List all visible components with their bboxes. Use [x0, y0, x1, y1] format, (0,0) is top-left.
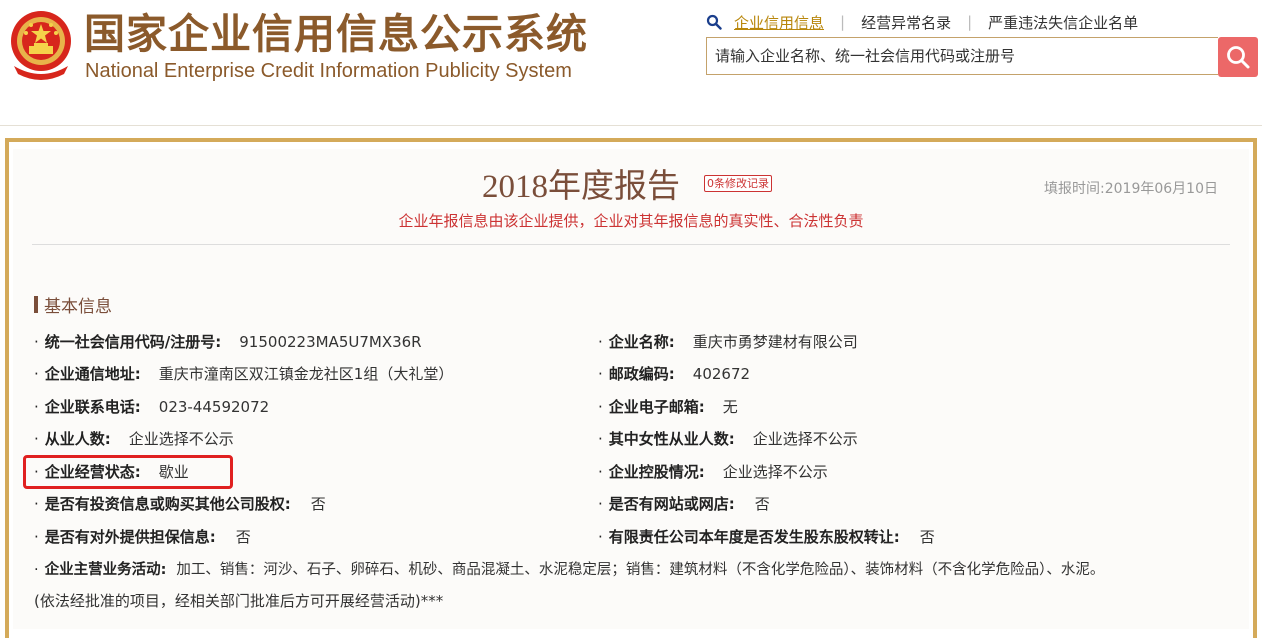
bullet: ·	[598, 463, 603, 481]
bullet: ·	[598, 398, 603, 416]
info-label: 企业主营业务活动:	[44, 562, 167, 578]
bullet: ·	[598, 333, 603, 351]
bullet: ·	[598, 528, 603, 546]
modification-record-link[interactable]: 0条修改记录	[704, 175, 772, 192]
tab-separator: |	[840, 13, 846, 31]
bullet: ·	[598, 430, 603, 448]
info-value: 重庆市潼南区双江镇金龙社区1组（大礼堂）	[158, 365, 454, 383]
info-label: 其中女性从业人数:	[608, 430, 735, 448]
bullet: ·	[34, 365, 39, 383]
info-value: 否	[919, 528, 935, 546]
info-value: 企业选择不公示	[128, 430, 234, 448]
info-label: 邮政编码:	[608, 365, 675, 383]
info-label: 是否有网站或网店:	[608, 495, 735, 513]
bullet: ·	[34, 333, 39, 351]
info-label: 企业名称:	[608, 333, 675, 351]
info-row-website: · 是否有网站或网店: 否	[598, 494, 770, 514]
tab-serious-violation-list[interactable]: 严重违法失信企业名单	[988, 12, 1138, 33]
info-label: 企业通信地址:	[44, 365, 141, 383]
bullet: ·	[34, 430, 39, 448]
search-icon	[1227, 46, 1250, 69]
info-label: 企业控股情况:	[608, 463, 705, 481]
info-label: 从业人数:	[44, 430, 111, 448]
info-value: 重庆市勇梦建材有限公司	[692, 333, 858, 351]
search-box	[706, 37, 1218, 75]
tab-enterprise-credit-info[interactable]: 企业信用信息	[734, 12, 824, 33]
report-disclaimer: 企业年报信息由该企业提供，企业对其年报信息的真实性、合法性负责	[398, 212, 864, 230]
info-row-email: · 企业电子邮箱: 无	[598, 397, 738, 417]
site-title-en: National Enterprise Credit Information P…	[85, 60, 572, 82]
info-row-company-name: · 企业名称: 重庆市勇梦建材有限公司	[598, 332, 858, 352]
bullet: ·	[34, 398, 39, 416]
info-row-investment: · 是否有投资信息或购买其他公司股权: 否	[34, 494, 326, 514]
info-row-address: · 企业通信地址: 重庆市潼南区双江镇金龙社区1组（大礼堂）	[34, 364, 453, 384]
info-row-female-employees: · 其中女性从业人数: 企业选择不公示	[598, 429, 858, 449]
operating-status-highlight-box	[23, 455, 233, 489]
info-row-phone: · 企业联系电话: 023-44592072	[34, 397, 269, 417]
info-row-equity-transfer: · 有限责任公司本年度是否发生股东股权转让: 否	[598, 527, 935, 547]
bullet: ·	[598, 495, 603, 513]
tab-separator: |	[967, 13, 973, 31]
search-icon	[706, 14, 722, 30]
tab-abnormal-operation-list[interactable]: 经营异常名录	[861, 12, 951, 33]
info-label: 是否有对外提供担保信息:	[44, 528, 216, 546]
bullet: ·	[34, 495, 39, 513]
info-row-postal-code: · 邮政编码: 402672	[598, 364, 750, 384]
bullet: ·	[598, 365, 603, 383]
info-label: 是否有投资信息或购买其他公司股权:	[44, 495, 291, 513]
search-type-tabs: 企业信用信息 | 经营异常名录 | 严重违法失信企业名单	[706, 11, 1138, 33]
info-label: 企业电子邮箱:	[608, 398, 705, 416]
info-label: 企业联系电话:	[44, 398, 141, 416]
fill-time: 填报时间:2019年06月10日	[1044, 181, 1218, 197]
national-emblem-icon	[11, 11, 71, 80]
info-value: 402672	[692, 365, 751, 383]
info-value: 否	[235, 528, 251, 546]
section-title-basic-info: 基本信息	[34, 292, 112, 317]
info-row-holding-status: · 企业控股情况: 企业选择不公示	[598, 462, 828, 482]
info-label: 有限责任公司本年度是否发生股东股权转让:	[608, 528, 900, 546]
info-row-business-scope: · 企业主营业务活动: 加工、销售：河沙、石子、卵碎石、机砂、商品混凝土、水泥稳定层…	[34, 560, 1104, 580]
report-title: 2018年度报告	[482, 169, 680, 205]
business-scope-continuation: (依法经批准的项目，经相关部门批准后方可开展经营活动)***	[34, 592, 444, 610]
info-value: 否	[754, 495, 770, 513]
header-divider	[0, 125, 1262, 126]
search-button[interactable]	[1218, 37, 1258, 77]
info-value: 否	[310, 495, 326, 513]
section-title-label: 基本信息	[44, 297, 112, 317]
info-row-employees: · 从业人数: 企业选择不公示	[34, 429, 234, 449]
info-value: 企业选择不公示	[752, 430, 858, 448]
info-value: 企业选择不公示	[722, 463, 828, 481]
bullet: ·	[34, 528, 39, 546]
site-title-cn: 国家企业信用信息公示系统	[84, 10, 588, 58]
search-input[interactable]	[707, 38, 1218, 74]
section-marker	[34, 296, 38, 313]
title-divider	[32, 244, 1230, 245]
info-label: 统一社会信用代码/注册号:	[44, 333, 222, 351]
site-header: 国家企业信用信息公示系统 National Enterprise Credit …	[0, 0, 1262, 126]
info-value: 加工、销售：河沙、石子、卵碎石、机砂、商品混凝土、水泥稳定层；销售：建筑材料（不…	[176, 562, 1105, 578]
info-value: 023-44592072	[158, 398, 270, 416]
info-value: 91500223MA5U7MX36R	[239, 333, 422, 351]
info-row-credit-code: · 统一社会信用代码/注册号: 91500223MA5U7MX36R	[34, 332, 422, 352]
bullet: ·	[34, 562, 39, 578]
info-row-guarantee: · 是否有对外提供担保信息: 否	[34, 527, 251, 547]
info-value: 无	[722, 398, 738, 416]
